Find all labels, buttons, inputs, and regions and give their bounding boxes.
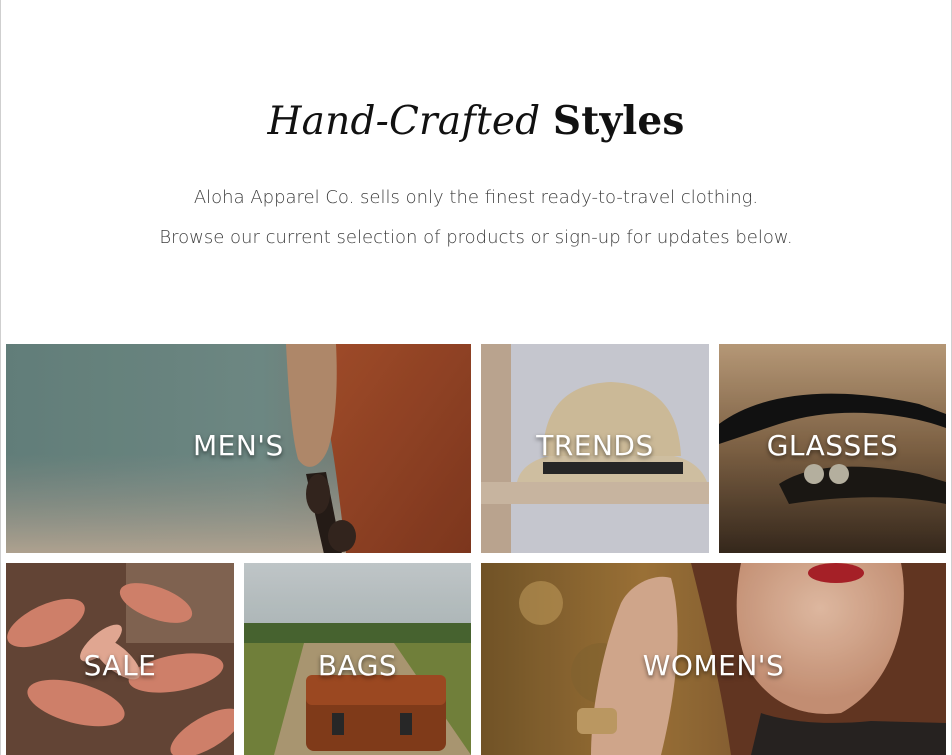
category-label-glasses: GLASSES	[766, 429, 899, 462]
title-italic: Hand-Crafted	[267, 99, 541, 144]
category-label-bags: BAGS	[317, 649, 398, 682]
category-label-trends: TRENDS	[536, 429, 654, 462]
category-tile-sale[interactable]: SALE	[6, 563, 234, 755]
intro-line-2: Browse our current selection of products…	[159, 227, 793, 248]
category-label-sale: SALE	[83, 649, 157, 682]
category-tile-glasses[interactable]: GLASSES	[719, 344, 946, 553]
category-label-mens: MEN'S	[193, 429, 284, 462]
category-tile-trends[interactable]: TRENDS	[481, 344, 709, 553]
category-tile-bags[interactable]: BAGS	[244, 563, 471, 755]
title-bold: Styles	[552, 98, 685, 144]
category-tile-mens[interactable]: MEN'S	[6, 344, 471, 553]
category-label-womens: WOMEN'S	[642, 649, 785, 682]
category-tile-womens[interactable]: WOMEN'S	[481, 563, 946, 755]
intro-line-1: Aloha Apparel Co. sells only the finest …	[193, 187, 759, 208]
page-title: Hand-Crafted Styles	[0, 96, 952, 147]
